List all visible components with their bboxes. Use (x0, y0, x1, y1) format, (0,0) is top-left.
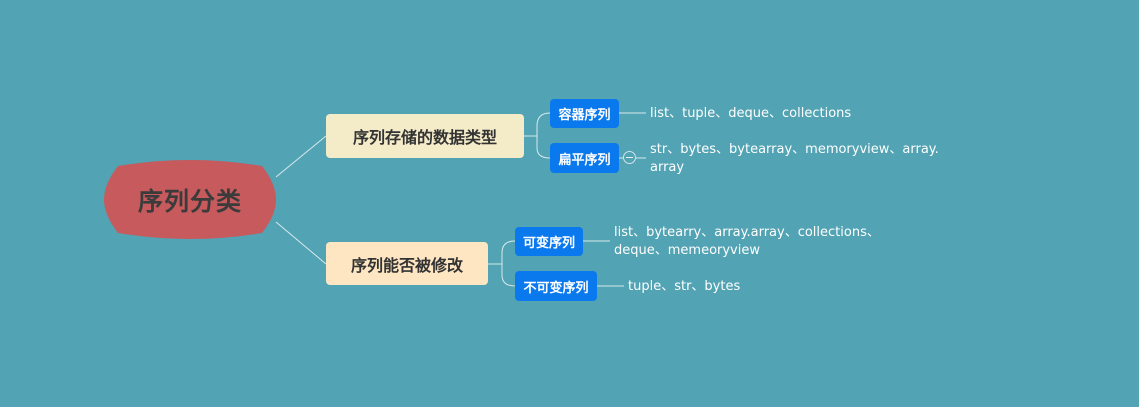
leaf-line: deque、memeoryview (614, 243, 760, 258)
leaf-line: list、tuple、deque、collections (650, 106, 852, 121)
collapse-toggle-icon[interactable] (623, 151, 636, 164)
mindmap-canvas: 序列分类 序列存储的数据类型 序列能否被修改 容器序列 扁平序列 可变序列 不可… (0, 0, 1139, 407)
leaf-node-immutable-types[interactable]: tuple、str、bytes (628, 278, 740, 296)
connector-root-branch2 (275, 221, 327, 265)
leaf-line: list、bytearry、array.array、collections、 (614, 225, 880, 240)
topic-node-mutable-sequence[interactable]: 可变序列 (515, 227, 583, 256)
leaf-line: str、bytes、bytearray、memoryview、array. (650, 142, 939, 157)
connector-branch2-bracket (488, 240, 516, 287)
topic-node-immutable-sequence[interactable]: 不可变序列 (515, 271, 597, 301)
leaf-line: tuple、str、bytes (628, 279, 741, 294)
branch-node-data-type[interactable]: 序列存储的数据类型 (326, 114, 524, 158)
leaf-node-flat-types[interactable]: str、bytes、bytearray、memoryview、array. ar… (650, 141, 939, 177)
topic-node-flat-sequence[interactable]: 扁平序列 (550, 143, 619, 173)
connector-branch1-bracket (524, 112, 551, 159)
leaf-line: array (650, 160, 685, 175)
branch-node-mutability[interactable]: 序列能否被修改 (326, 242, 488, 285)
connector-root-branch1 (275, 135, 327, 178)
leaf-node-mutable-types[interactable]: list、bytearry、array.array、collections、 d… (614, 224, 880, 260)
leaf-node-container-types[interactable]: list、tuple、deque、collections (650, 105, 851, 123)
topic-node-container-sequence[interactable]: 容器序列 (550, 99, 619, 128)
root-node[interactable]: 序列分类 (104, 160, 276, 239)
